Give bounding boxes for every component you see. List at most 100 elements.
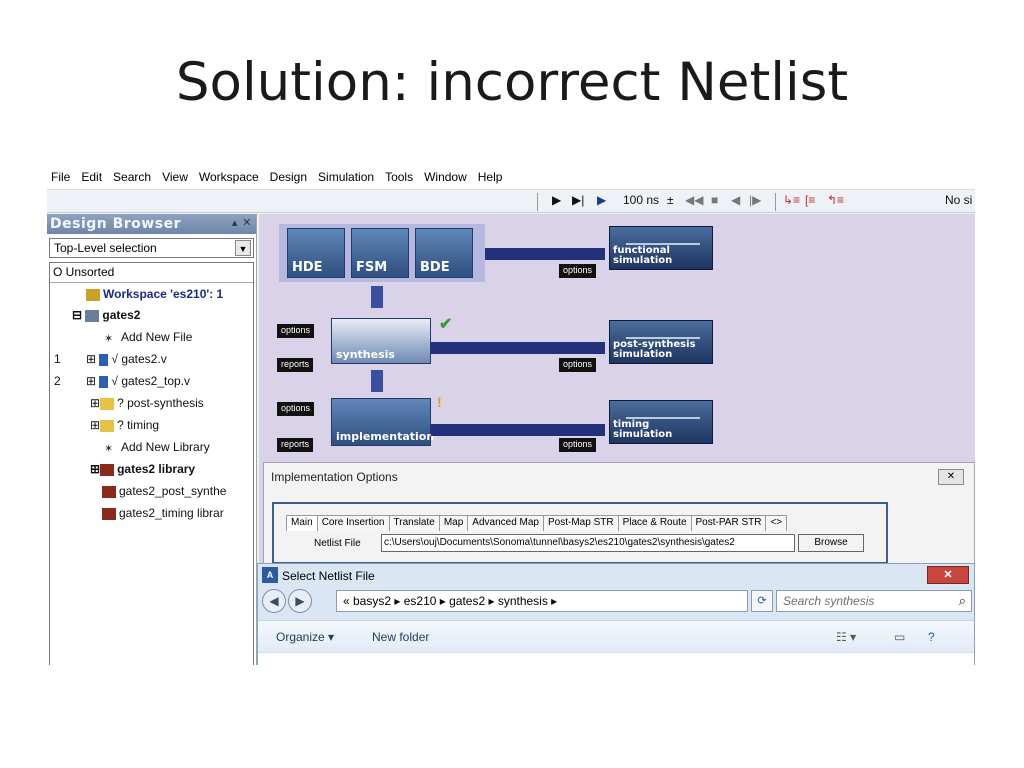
toolbar-separator <box>775 193 776 211</box>
menu-edit[interactable]: Edit <box>81 170 102 184</box>
implementation-tile[interactable]: implementation <box>331 398 434 446</box>
workspace-icon <box>86 288 100 301</box>
tree-row-gates2-v[interactable]: 1 ⊞ √ gates2.v <box>50 352 258 373</box>
command-bar: Organize ▾ New folder ☷ ▾ ▭ ? <box>258 620 974 652</box>
tree-label: post-synthesis <box>127 396 204 410</box>
forward-icon[interactable]: ▶ <box>288 589 312 613</box>
search-placeholder: Search synthesis <box>783 594 875 608</box>
tree-header: O Unsorted <box>50 263 253 283</box>
panel-controls-icon[interactable]: ▴ ✕ <box>232 216 252 229</box>
trace-out-icon[interactable]: ↰≡ <box>827 193 844 207</box>
step-back-icon[interactable]: ◀ <box>731 193 740 207</box>
fsm-tile[interactable]: FSM <box>351 228 409 278</box>
highlight-box <box>272 502 888 564</box>
timing-simulation-tile[interactable]: timing simulation <box>609 400 713 444</box>
select-netlist-file-dialog: A Select Netlist File ✕ ◀ ▶ « basys2 ▸ e… <box>257 563 975 665</box>
menu-search[interactable]: Search <box>113 170 151 184</box>
search-input[interactable]: Search synthesis ⌕ <box>776 590 972 612</box>
tree-label: gates2.v <box>121 352 167 366</box>
organize-button[interactable]: Organize ▾ <box>276 630 334 644</box>
options-button[interactable]: options <box>277 324 315 338</box>
design-tree: O Unsorted Workspace 'es210': 1 ⊟ gates2… <box>49 262 254 665</box>
waveform-icon <box>626 325 700 339</box>
menu-help[interactable]: Help <box>478 170 503 184</box>
status-question-icon: ? <box>117 396 124 410</box>
tree-label: timing <box>127 418 160 432</box>
new-folder-button[interactable]: New folder <box>372 630 429 644</box>
file-order-number: 2 <box>54 374 61 388</box>
library-icon <box>102 485 116 498</box>
restart-icon[interactable]: ◀◀ <box>685 193 703 207</box>
app-icon: A <box>262 567 278 583</box>
options-button[interactable]: options <box>559 358 597 372</box>
tree-label: gates2_post_synthe <box>119 484 227 498</box>
tree-label: gates2_timing librar <box>119 506 224 520</box>
options-button[interactable]: options <box>559 264 597 278</box>
folder-icon <box>100 419 115 432</box>
stop-icon[interactable]: ■ <box>711 193 718 207</box>
synthesis-tile[interactable]: synthesis <box>331 318 431 364</box>
design-browser-header: Design Browser ▴ ✕ <box>47 214 256 234</box>
flow-arrow <box>431 424 605 436</box>
step-forward-icon[interactable]: |▶ <box>749 193 761 207</box>
trace-into-icon[interactable]: ↳≡ <box>783 193 800 207</box>
search-icon: ⌕ <box>958 593 966 608</box>
address-bar[interactable]: « basys2 ▸ es210 ▸ gates2 ▸ synthesis ▸ <box>336 590 748 612</box>
tree-label: gates2 <box>102 308 141 322</box>
compiled-check-icon: √ <box>111 352 118 366</box>
post-synthesis-simulation-tile[interactable]: post-synthesis simulation <box>609 320 713 364</box>
waveform-icon <box>626 231 700 245</box>
dialog-title: Select Netlist File <box>282 569 375 583</box>
down-arrow-icon <box>371 370 383 392</box>
tree-row-gates2-top-v[interactable]: 2 ⊞ √ gates2_top.v <box>50 374 258 395</box>
bde-tile[interactable]: BDE <box>415 228 473 278</box>
library-icon <box>102 507 116 520</box>
flow-arrow <box>485 248 605 260</box>
options-button[interactable]: options <box>559 438 597 452</box>
status-question-icon: ? <box>117 418 124 432</box>
functional-simulation-tile[interactable]: functional simulation <box>609 226 713 270</box>
dropdown-value: Top-Level selection <box>54 241 157 255</box>
menu-simulation[interactable]: Simulation <box>318 170 374 184</box>
menu-design[interactable]: Design <box>270 170 307 184</box>
toolbar: ▶ ▶| ▶ 100 ns ± ◀◀ ■ ◀ |▶ ↳≡ [≡ ↰≡ No si <box>47 189 975 213</box>
tree-label: Add New File <box>121 330 193 344</box>
back-icon[interactable]: ◀ <box>262 589 286 613</box>
run-for-icon[interactable]: ▶ <box>597 193 606 207</box>
warning-icon: ! <box>437 394 442 410</box>
menu-workspace[interactable]: Workspace <box>199 170 259 184</box>
time-step-value[interactable]: 100 ns <box>623 193 659 207</box>
reports-button[interactable]: reports <box>277 438 314 452</box>
top-level-selection-dropdown[interactable]: Top-Level selection ▼ <box>49 238 254 258</box>
time-spinner-icon[interactable]: ± <box>667 193 674 207</box>
menu-view[interactable]: View <box>162 170 188 184</box>
design-icon <box>85 309 100 322</box>
preview-pane-icon[interactable]: ▭ <box>894 630 905 644</box>
run-icon[interactable]: ▶ <box>552 193 561 207</box>
status-text: No si <box>945 193 973 207</box>
design-browser-panel: Design Browser ▴ ✕ Top-Level selection ▼… <box>47 214 257 665</box>
menu-bar: File Edit Search View Workspace Design S… <box>47 165 975 189</box>
verilog-file-icon <box>99 353 109 366</box>
toolbar-separator <box>537 193 538 211</box>
view-options-icon[interactable]: ☷ ▾ <box>836 630 856 644</box>
dialog-title: Implementation Options <box>271 470 398 484</box>
hde-tile[interactable]: HDE <box>287 228 345 278</box>
reports-button[interactable]: reports <box>277 358 314 372</box>
compiled-check-icon: √ <box>111 374 118 388</box>
tree-label: gates2 library <box>117 462 196 476</box>
folder-icon <box>100 397 115 410</box>
close-icon[interactable]: ✕ <box>927 566 969 584</box>
refresh-icon[interactable]: ⟳ <box>751 590 773 612</box>
menu-window[interactable]: Window <box>424 170 467 184</box>
menu-file[interactable]: File <box>51 170 70 184</box>
tree-label: Workspace 'es210': 1 <box>103 287 224 301</box>
menu-tools[interactable]: Tools <box>385 170 413 184</box>
tree-label: Add New Library <box>121 440 210 454</box>
trace-over-icon[interactable]: [≡ <box>805 193 815 207</box>
run-until-icon[interactable]: ▶| <box>572 193 584 207</box>
close-icon[interactable]: ✕ <box>938 469 964 485</box>
options-button[interactable]: options <box>277 402 315 416</box>
chevron-down-icon[interactable]: ▼ <box>235 240 251 256</box>
help-icon[interactable]: ? <box>928 630 935 644</box>
